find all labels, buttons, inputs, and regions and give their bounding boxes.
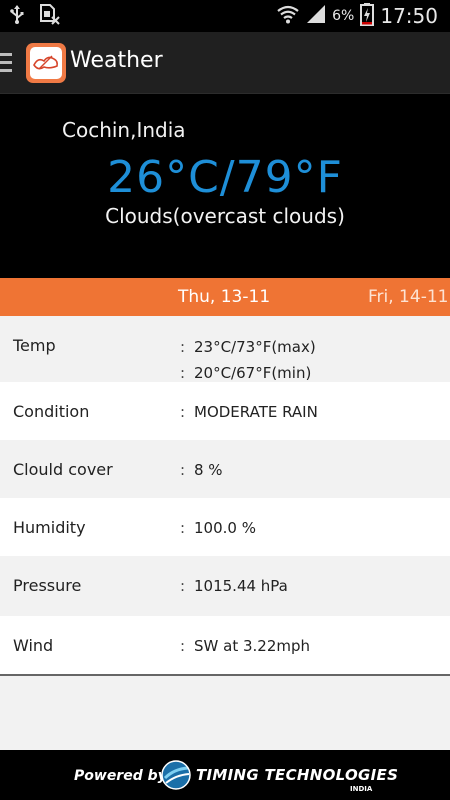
separator: : (180, 403, 186, 421)
wifi-icon (276, 4, 300, 28)
temp-label: Temp (13, 336, 56, 355)
app-title: Weather (70, 48, 163, 73)
temp-min-value: 20°C/67°F(min) (194, 364, 312, 382)
cloud-cover-label: Clould cover (13, 460, 113, 479)
separator: : (180, 364, 186, 382)
battery-charging-icon (360, 2, 375, 30)
app-logo-icon[interactable] (26, 43, 66, 83)
company-country: INDIA (350, 785, 373, 793)
footer: Powered by TIMING TECHNOLOGIES INDIA (0, 750, 450, 800)
detail-row-wind: Wind : SW at 3.22mph (0, 616, 450, 674)
empty-area (0, 676, 450, 750)
separator: : (180, 577, 186, 595)
detail-row-condition: Condition : MODERATE RAIN (0, 382, 450, 440)
detail-row-pressure: Pressure : 1015.44 hPa (0, 556, 450, 616)
humidity-value: 100.0 % (194, 519, 256, 537)
pressure-label: Pressure (13, 576, 82, 595)
condition-value: MODERATE RAIN (194, 403, 318, 421)
weather-description: Clouds(overcast clouds) (105, 204, 345, 228)
separator: : (180, 461, 186, 479)
humidity-label: Humidity (13, 518, 86, 537)
clock: 17:50 (380, 4, 438, 28)
condition-label: Condition (13, 402, 90, 421)
temp-max-value: 23°C/73°F(max) (194, 338, 316, 356)
usb-icon (10, 4, 24, 28)
action-bar: Weather (0, 32, 450, 94)
signal-icon (306, 4, 326, 28)
separator: : (180, 338, 186, 356)
tab-fri-14-11[interactable]: Fri, 14-11 (368, 287, 448, 307)
date-tab-strip[interactable]: Thu, 13-11 Fri, 14-11 (0, 278, 450, 316)
detail-row-cloud-cover: Clould cover : 8 % (0, 440, 450, 498)
current-temperature: 26°C/79°F (107, 152, 343, 203)
forecast-details: Temp : 23°C/73°F(max) : 20°C/67°F(min) C… (0, 316, 450, 676)
separator: : (180, 637, 186, 655)
pressure-value: 1015.44 hPa (194, 577, 288, 595)
powered-by-label: Powered by (74, 768, 167, 784)
wind-label: Wind (13, 636, 54, 655)
company-name: TIMING TECHNOLOGIES (196, 766, 399, 784)
cloud-cover-value: 8 % (194, 461, 223, 479)
tab-thu-13-11[interactable]: Thu, 13-11 (178, 287, 270, 307)
menu-icon[interactable] (0, 53, 12, 73)
detail-row-humidity: Humidity : 100.0 % (0, 498, 450, 556)
sim-card-icon (38, 3, 60, 29)
current-weather-panel: Cochin,India 26°C/79°F Clouds(overcast c… (0, 94, 450, 278)
battery-percent: 6% (332, 8, 355, 24)
wind-value: SW at 3.22mph (194, 637, 311, 655)
separator: : (180, 519, 186, 537)
detail-row-temp: Temp : 23°C/73°F(max) : 20°C/67°F(min) (0, 316, 450, 382)
timing-technologies-logo-icon (160, 759, 192, 791)
location-label: Cochin,India (62, 118, 186, 142)
status-bar: 6% 17:50 (0, 0, 450, 32)
